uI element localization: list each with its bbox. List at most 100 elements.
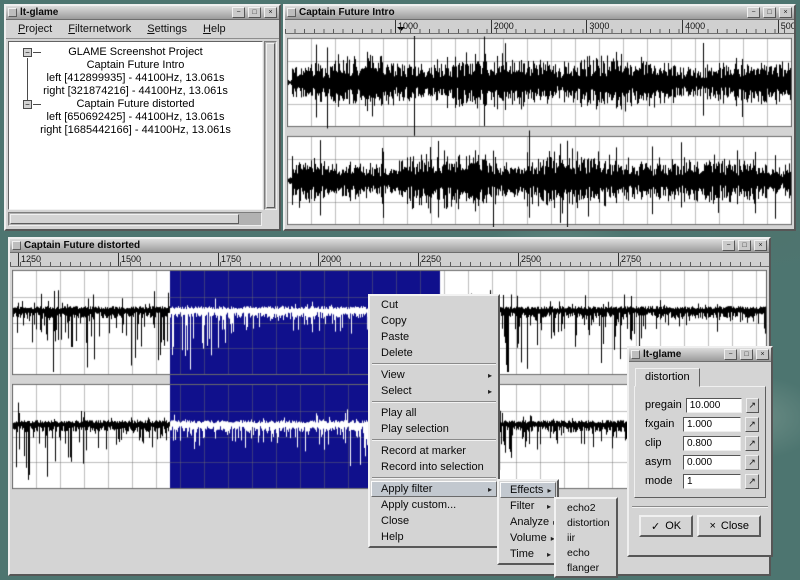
menu-item[interactable]: Close ▸ <box>371 513 497 529</box>
tree-item[interactable]: Captain Future distorted <box>9 98 262 111</box>
param-input[interactable]: 0.000 <box>683 455 741 470</box>
scrollbar-thumb[interactable] <box>10 214 239 224</box>
menu-item[interactable]: iir <box>557 530 615 545</box>
scrollbar-thumb[interactable] <box>266 43 275 208</box>
dialog-buttons: ✓ OK × Close <box>629 508 771 544</box>
distorted-window-titlebar[interactable]: Captain Future distorted − □ × <box>10 239 769 253</box>
param-label: mode <box>641 475 679 487</box>
close-button-label: Close <box>721 520 749 532</box>
tree-item[interactable]: left [412899935] - 44100Hz, 13.061s <box>9 72 262 85</box>
ruler-label: 2000 <box>491 20 514 32</box>
param-input[interactable]: 1.000 <box>683 417 741 432</box>
menu-item[interactable]: Play all ▸ <box>371 405 497 421</box>
menubar-item[interactable]: Filternetwork <box>60 21 139 37</box>
param-slider-icon[interactable]: ↗ <box>746 398 760 413</box>
timeline-ruler[interactable]: 10002000300040005000 <box>285 20 794 34</box>
param-label: asym <box>641 456 679 468</box>
close-button[interactable]: × <box>779 7 792 18</box>
ruler-label: 2000 <box>318 253 341 265</box>
window-title: lt-glame <box>20 7 229 19</box>
menu-item-label: Delete <box>381 347 492 359</box>
menu-item[interactable]: Delete ▸ <box>371 345 497 361</box>
dialog-titlebar[interactable]: lt-glame − □ × <box>629 348 771 362</box>
param-slider-icon[interactable]: ↗ <box>745 455 759 470</box>
waveform-display[interactable] <box>287 36 792 227</box>
menu-item[interactable]: Time ▸ <box>500 546 556 562</box>
close-button[interactable]: × <box>756 349 769 360</box>
menu-item-label: Apply custom... <box>381 499 492 511</box>
submenu-arrow-icon: ▸ <box>488 387 492 396</box>
ok-button[interactable]: ✓ OK <box>639 515 693 537</box>
tree-expander-icon[interactable]: − <box>23 100 32 109</box>
position-marker-icon[interactable] <box>397 27 405 34</box>
menu-item[interactable]: Record into selection ▸ <box>371 459 497 475</box>
tree-line <box>27 58 28 100</box>
tree-item[interactable]: GLAME Screenshot Project <box>9 46 262 59</box>
filter-param-dialog: lt-glame − □ × distortion pregain 10.000… <box>627 346 773 557</box>
param-input[interactable]: 1 <box>683 474 741 489</box>
intro-window: Captain Future Intro − □ × 1000200030004… <box>283 4 796 231</box>
minimize-button[interactable]: − <box>747 7 760 18</box>
param-input[interactable]: 10.000 <box>686 398 742 413</box>
menu-item[interactable]: Effects ▸ <box>500 482 556 498</box>
menu-item[interactable]: echo <box>557 545 615 560</box>
tree-expander-icon[interactable]: − <box>23 48 32 57</box>
menu-item[interactable]: View ▸ <box>371 367 497 383</box>
submenu-arrow-icon: ▸ <box>547 486 551 495</box>
horizontal-scrollbar[interactable] <box>8 212 262 226</box>
menu-item[interactable]: flanger <box>557 560 615 575</box>
menu-item[interactable]: Select ▸ <box>371 383 497 399</box>
tree-item[interactable]: Captain Future Intro <box>9 59 262 72</box>
param-slider-icon[interactable]: ↗ <box>745 436 759 451</box>
menu-item[interactable]: Filter ▸ <box>500 498 556 514</box>
vertical-scrollbar[interactable] <box>264 41 277 210</box>
timeline-ruler[interactable]: 1250150017502000225025002750 <box>10 253 769 267</box>
menu-item[interactable]: Apply filter ▸ <box>371 481 497 497</box>
maximize-button[interactable]: □ <box>248 7 261 18</box>
menubar-item[interactable]: Project <box>10 21 60 37</box>
minimize-button[interactable]: − <box>722 240 735 251</box>
menubar-item[interactable]: Settings <box>139 21 195 37</box>
menu-item[interactable]: Record at marker ▸ <box>371 443 497 459</box>
menu-item[interactable]: distortion <box>557 515 615 530</box>
minimize-button[interactable]: − <box>232 7 245 18</box>
menu-item[interactable]: Apply custom... ▸ <box>371 497 497 513</box>
param-slider-icon[interactable]: ↗ <box>745 474 759 489</box>
param-panel: pregain 10.000 ↗ fxgain 1.000 ↗ clip 0.8… <box>634 386 766 498</box>
tree-item[interactable]: left [650692425] - 44100Hz, 13.061s <box>9 111 262 124</box>
minimize-button[interactable]: − <box>724 349 737 360</box>
menu-item-label: Select <box>381 385 484 397</box>
menu-item-label: Paste <box>381 331 492 343</box>
menu-item[interactable]: Paste ▸ <box>371 329 497 345</box>
menu-item[interactable]: Analyze ▸ <box>500 514 556 530</box>
menu-separator <box>372 439 496 441</box>
tree-item[interactable]: right [1685442166] - 44100Hz, 13.061s <box>9 124 262 137</box>
param-input[interactable]: 0.800 <box>683 436 741 451</box>
close-button[interactable]: × <box>754 240 767 251</box>
filter-category-menu: Effects ▸ Filter ▸ Analyze ▸ Volume ▸ Ti… <box>497 479 559 565</box>
close-icon: × <box>709 520 715 532</box>
menu-item[interactable]: Volume ▸ <box>500 530 556 546</box>
menu-item-label: Cut <box>381 299 492 311</box>
maximize-button[interactable]: □ <box>763 7 776 18</box>
maximize-button[interactable]: □ <box>738 240 751 251</box>
close-button[interactable]: × <box>264 7 277 18</box>
tree-item[interactable]: right [321874216] - 44100Hz, 13.061s <box>9 85 262 98</box>
ruler-label: 4000 <box>682 20 705 32</box>
menu-item[interactable]: Play selection ▸ <box>371 421 497 437</box>
intro-window-titlebar[interactable]: Captain Future Intro − □ × <box>285 6 794 20</box>
param-slider-icon[interactable]: ↗ <box>745 417 759 432</box>
menu-item-label: Filter <box>510 500 543 512</box>
menu-item[interactable]: Copy ▸ <box>371 313 497 329</box>
menu-item[interactable]: Help ▸ <box>371 529 497 545</box>
menubar-item[interactable]: Help <box>195 21 234 37</box>
window-icon <box>12 241 21 250</box>
context-menu: Cut ▸ Copy ▸ Paste ▸ Delete ▸ View ▸ Sel… <box>368 294 500 548</box>
param-row: fxgain 1.000 ↗ <box>641 416 759 432</box>
project-window-titlebar[interactable]: lt-glame − □ × <box>6 6 279 20</box>
maximize-button[interactable]: □ <box>740 349 753 360</box>
menu-item[interactable]: Cut ▸ <box>371 297 497 313</box>
menu-item[interactable]: echo2 <box>557 500 615 515</box>
close-button[interactable]: × Close <box>697 515 761 537</box>
tab-distortion[interactable]: distortion <box>635 368 700 387</box>
